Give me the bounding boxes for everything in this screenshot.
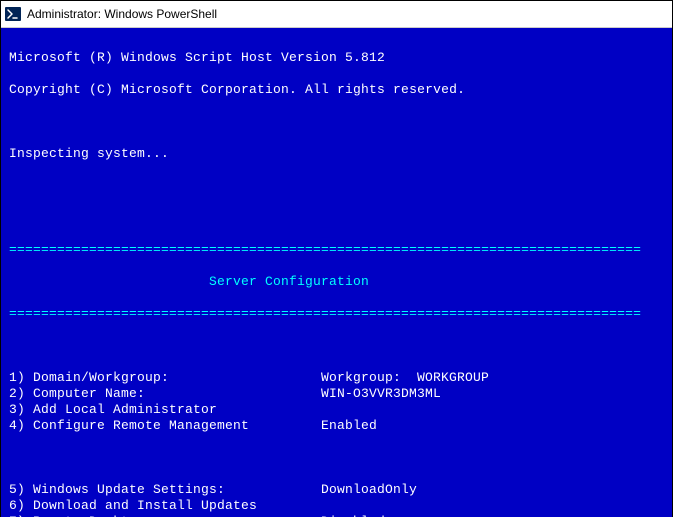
menu-item: 4) Configure Remote ManagementEnabled bbox=[9, 418, 664, 434]
terminal-body[interactable]: Microsoft (R) Windows Script Host Versio… bbox=[1, 28, 672, 517]
divider-top: ========================================… bbox=[9, 242, 664, 258]
menu-item: 6) Download and Install Updates bbox=[9, 498, 664, 514]
menu-item-label: 2) Computer Name: bbox=[9, 386, 321, 402]
menu-item-label: 4) Configure Remote Management bbox=[9, 418, 321, 434]
inspecting-line: Inspecting system... bbox=[9, 146, 664, 162]
menu-item-label: 6) Download and Install Updates bbox=[9, 498, 321, 514]
menu-item-value: WIN-O3VVR3DM3ML bbox=[321, 386, 664, 402]
window-title: Administrator: Windows PowerShell bbox=[27, 7, 217, 21]
divider-bottom: ========================================… bbox=[9, 306, 664, 322]
menu-item-label: 5) Windows Update Settings: bbox=[9, 482, 321, 498]
header-line-1: Microsoft (R) Windows Script Host Versio… bbox=[9, 50, 664, 66]
header-line-2: Copyright (C) Microsoft Corporation. All… bbox=[9, 82, 664, 98]
menu-item-label: 1) Domain/Workgroup: bbox=[9, 370, 321, 386]
menu-item: 3) Add Local Administrator bbox=[9, 402, 664, 418]
titlebar[interactable]: Administrator: Windows PowerShell bbox=[1, 1, 672, 28]
section-title: Server Configuration bbox=[9, 274, 664, 290]
powershell-icon bbox=[5, 6, 21, 22]
menu-item-value bbox=[321, 498, 664, 514]
menu-item-value bbox=[321, 402, 664, 418]
menu-item-value: Workgroup: WORKGROUP bbox=[321, 370, 664, 386]
menu-item: 5) Windows Update Settings:DownloadOnly bbox=[9, 482, 664, 498]
menu-item: 2) Computer Name:WIN-O3VVR3DM3ML bbox=[9, 386, 664, 402]
powershell-window: Administrator: Windows PowerShell Micros… bbox=[0, 0, 673, 517]
menu-item: 1) Domain/Workgroup:Workgroup: WORKGROUP bbox=[9, 370, 664, 386]
menu-item-label: 3) Add Local Administrator bbox=[9, 402, 321, 418]
menu-item-value: Enabled bbox=[321, 418, 664, 434]
menu-item-value: DownloadOnly bbox=[321, 482, 664, 498]
